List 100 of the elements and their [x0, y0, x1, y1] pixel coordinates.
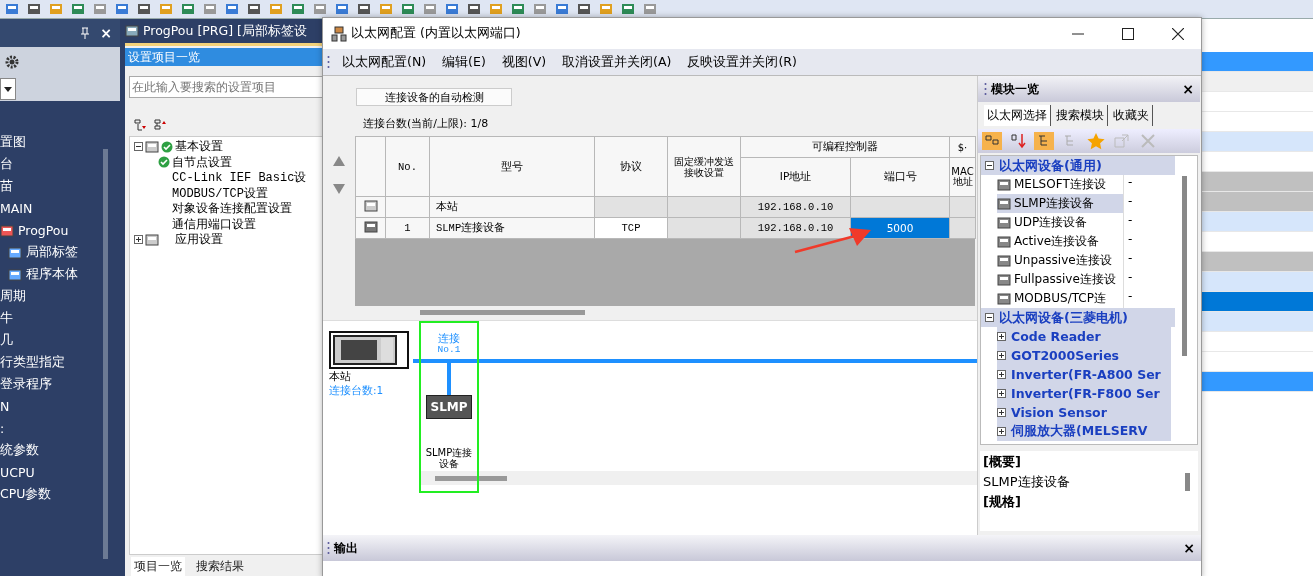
toolbar-icon[interactable] — [114, 2, 130, 16]
navigator-item[interactable]: 几 — [0, 331, 120, 350]
navigator-item[interactable]: 行类型指定 — [0, 353, 120, 372]
toolbar-icon[interactable] — [356, 2, 372, 16]
close-icon[interactable] — [1172, 27, 1184, 40]
toolbar-icon[interactable] — [554, 2, 570, 16]
module-category[interactable]: Inverter(FR-A800 Ser — [997, 365, 1171, 384]
menu-item[interactable]: 反映设置并关闭(R) — [679, 51, 805, 73]
module-category[interactable]: Code Reader — [997, 327, 1171, 346]
toolbar-icon[interactable] — [180, 2, 196, 16]
module-category[interactable]: Vision Sensor — [997, 403, 1171, 422]
scrollbar[interactable] — [435, 476, 507, 481]
menu-item[interactable]: 取消设置并关闭(A) — [554, 51, 680, 73]
navigator-item[interactable]: N — [0, 397, 120, 416]
device-block[interactable]: SLMP — [426, 395, 472, 419]
scrollbar[interactable] — [1185, 473, 1190, 491]
scrollbar[interactable] — [103, 149, 108, 559]
navigator-item[interactable]: 统参数 — [0, 441, 120, 460]
module-category[interactable]: GOT2000Series — [997, 346, 1171, 365]
sort-descending-icon[interactable] — [1008, 132, 1028, 150]
toolbar-icon[interactable] — [224, 2, 240, 16]
toolbar-icon[interactable] — [4, 2, 20, 16]
navigator-item[interactable]: 登录程序 — [0, 375, 120, 394]
close-button[interactable]: × — [100, 25, 112, 41]
pin-icon[interactable] — [80, 27, 91, 39]
toolbar-icon[interactable] — [136, 2, 152, 16]
toolbar-icon[interactable] — [246, 2, 262, 16]
down-arrow-icon[interactable] — [333, 184, 345, 194]
star-icon[interactable] — [1086, 132, 1106, 150]
menu-item[interactable]: 以太网配置(N) — [334, 51, 435, 73]
module-category[interactable]: 伺服放大器(MELSERV — [997, 422, 1171, 441]
navigator-item[interactable]: UCPU — [0, 463, 120, 482]
grip-icon[interactable] — [984, 82, 987, 96]
navigator-item[interactable]: 局部标签 — [0, 243, 120, 262]
toolbar-icon[interactable] — [334, 2, 350, 16]
maximize-icon[interactable] — [1122, 27, 1134, 40]
tree-item[interactable]: CC-Link IEF Basic设 — [172, 169, 307, 187]
navigator-item[interactable]: : — [0, 419, 120, 438]
toolbar-icon[interactable] — [576, 2, 592, 16]
tree-item[interactable]: 基本设置 — [175, 138, 223, 156]
module-group[interactable]: 以太网设备(三菱电机) — [981, 308, 1175, 327]
toolbar-icon[interactable] — [26, 2, 42, 16]
menu-item[interactable]: 视图(V) — [493, 51, 555, 73]
expand-icon[interactable] — [997, 351, 1006, 360]
navigator-item[interactable]: MAIN — [0, 199, 120, 218]
menu-item[interactable]: 编辑(E) — [434, 51, 494, 73]
expand-icon[interactable] — [997, 389, 1006, 398]
search-field[interactable]: 在此输入要搜索的设置项目 — [129, 76, 323, 98]
minimize-icon[interactable] — [1072, 32, 1084, 35]
panel-tab[interactable]: 项目一览 — [131, 556, 185, 576]
expand-icon[interactable] — [134, 235, 143, 245]
settings-icon[interactable] — [4, 54, 20, 70]
toolbar-icon[interactable] — [290, 2, 306, 16]
panel-tab[interactable]: 以太网选择 — [984, 105, 1051, 126]
navigator-item[interactable]: 置图 — [0, 133, 120, 152]
module-category[interactable]: Inverter(FR-F800 Ser — [997, 384, 1171, 403]
close-button[interactable]: × — [1183, 540, 1195, 556]
collapse-all-icon[interactable] — [153, 118, 167, 132]
connection-count-label: 连接台数:1 — [329, 384, 385, 398]
collapse-icon[interactable] — [985, 313, 994, 322]
close-button[interactable]: × — [1182, 81, 1194, 97]
toolbar-icon[interactable] — [466, 2, 482, 16]
toolbar-icon[interactable] — [510, 2, 526, 16]
expand-icon[interactable] — [997, 408, 1006, 417]
sort-icon[interactable] — [982, 132, 1002, 150]
panel-tab[interactable]: 搜索结果 — [193, 556, 247, 576]
expand-icon[interactable] — [997, 427, 1006, 436]
up-arrow-icon[interactable] — [333, 156, 345, 166]
tree-item[interactable]: 自节点设置 — [172, 153, 232, 171]
tree-item[interactable]: MODBUS/TCP设置 — [172, 184, 268, 202]
collapse-icon[interactable] — [985, 161, 994, 170]
scrollbar[interactable] — [420, 310, 585, 316]
expand-icon[interactable] — [997, 370, 1006, 379]
tree-item[interactable]: 通信用端口设置 — [172, 215, 256, 233]
navigator-item[interactable]: 周期 — [0, 287, 120, 306]
toolbar-icon[interactable] — [444, 2, 460, 16]
expand-all-icon[interactable] — [133, 118, 147, 132]
navigator-item[interactable]: ProgPou — [0, 221, 120, 240]
grip-icon[interactable] — [327, 55, 330, 69]
navigator-item[interactable]: 程序本体 — [0, 265, 120, 284]
module-item[interactable]: SLMP连接设备 — [997, 194, 1123, 213]
toolbar-icon[interactable] — [620, 2, 636, 16]
auto-detect-button[interactable]: 连接设备的自动检测 — [356, 88, 512, 106]
expand-icon[interactable] — [997, 332, 1006, 341]
scrollbar[interactable] — [1182, 176, 1187, 356]
toolbar-icon[interactable] — [400, 2, 416, 16]
toolbar-icon[interactable] — [70, 2, 86, 16]
navigator-item[interactable]: 台 — [0, 155, 120, 174]
navigator-item[interactable]: CPU参数 — [0, 485, 120, 504]
navigator-item[interactable]: 苗 — [0, 177, 120, 196]
navigator-item[interactable]: 牛 — [0, 309, 120, 328]
panel-tab[interactable]: 搜索模块 — [1053, 105, 1108, 126]
collapse-icon[interactable] — [134, 142, 143, 152]
tree-item[interactable]: 对象设备连接配置设置 — [172, 200, 292, 218]
panel-tab[interactable]: 收藏夹 — [1110, 105, 1153, 126]
dropdown-button[interactable] — [0, 78, 16, 100]
module-group[interactable]: 以太网设备(通用) — [981, 156, 1175, 175]
tree-view-icon[interactable] — [1034, 132, 1054, 150]
tree-item[interactable]: 应用设置 — [175, 231, 223, 249]
grip-icon[interactable] — [327, 541, 330, 555]
